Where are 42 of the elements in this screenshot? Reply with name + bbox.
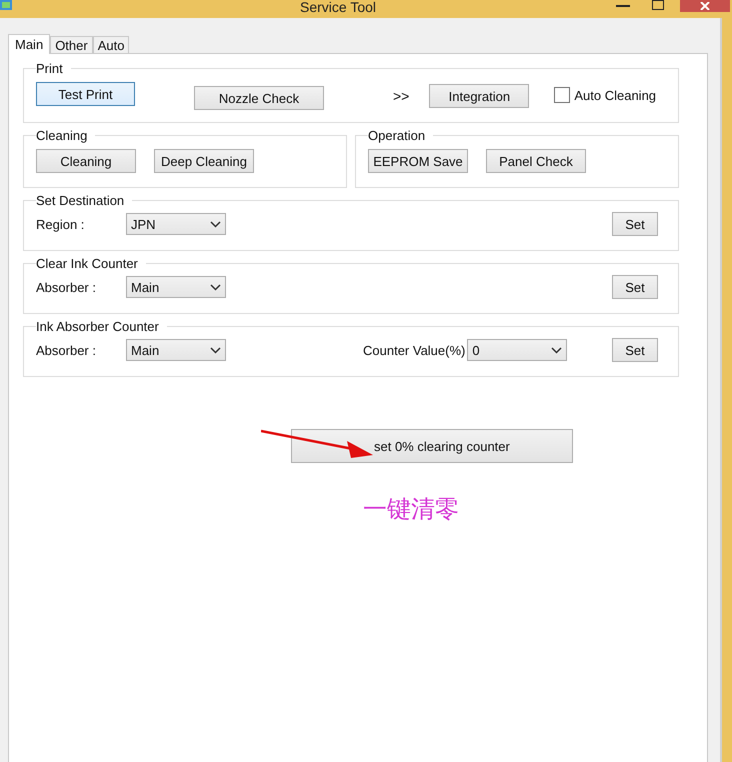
dropdown[interactable]: JPN <box>126 213 226 235</box>
set-button[interactable]: Set <box>612 275 658 299</box>
chevron-down-icon <box>551 346 562 354</box>
field-label: Absorber : <box>36 280 97 294</box>
group-title: Clear Ink Counter <box>36 256 139 271</box>
tab[interactable]: Other <box>50 36 93 53</box>
cleaning-button[interactable]: Deep Cleaning <box>154 149 254 173</box>
close-button[interactable] <box>680 0 730 12</box>
integration-button[interactable]: Integration <box>429 84 530 108</box>
maximize-icon[interactable] <box>652 0 664 10</box>
tab[interactable]: Auto <box>92 36 130 53</box>
operation-button[interactable]: EEPROM Save <box>368 149 468 173</box>
set-button[interactable]: Set <box>612 338 658 362</box>
close-icon <box>700 2 710 10</box>
checkbox-label: Auto Cleaning <box>574 88 656 102</box>
clear-counter-button[interactable]: set 0% clearing counter <box>291 429 573 463</box>
arrows-label: >> <box>393 88 410 104</box>
group-title: Ink Absorber Counter <box>36 319 160 334</box>
dropdown[interactable]: 0 <box>467 339 568 361</box>
set-button[interactable]: Set <box>612 212 658 236</box>
group-title: Print <box>36 61 64 76</box>
cleaning-button[interactable]: Cleaning <box>36 149 136 173</box>
minimize-icon[interactable] <box>616 4 630 8</box>
field-label: Counter Value(%) <box>363 342 466 358</box>
group-title: Cleaning <box>36 128 88 143</box>
window-title: Service Tool <box>300 0 376 14</box>
chevron-down-icon <box>210 346 221 354</box>
group-title: Operation <box>368 128 426 143</box>
operation-button[interactable]: Panel Check <box>486 149 586 173</box>
group-title: Set Destination <box>36 193 126 208</box>
nozzle-check-button[interactable]: Nozzle Check <box>194 86 324 110</box>
dropdown[interactable]: Main <box>126 276 226 298</box>
field-label: Region : <box>36 216 86 232</box>
chevron-down-icon <box>210 284 221 290</box>
dropdown[interactable]: Main <box>126 339 226 361</box>
checkbox[interactable] <box>554 87 570 103</box>
annotation-text: 一键清零 <box>363 494 460 525</box>
app-icon <box>0 0 12 10</box>
chevron-down-icon <box>210 220 221 228</box>
field-label: Absorber : <box>36 342 97 358</box>
test-print-button[interactable]: Test Print <box>36 82 135 106</box>
tab[interactable]: Main <box>8 34 50 54</box>
